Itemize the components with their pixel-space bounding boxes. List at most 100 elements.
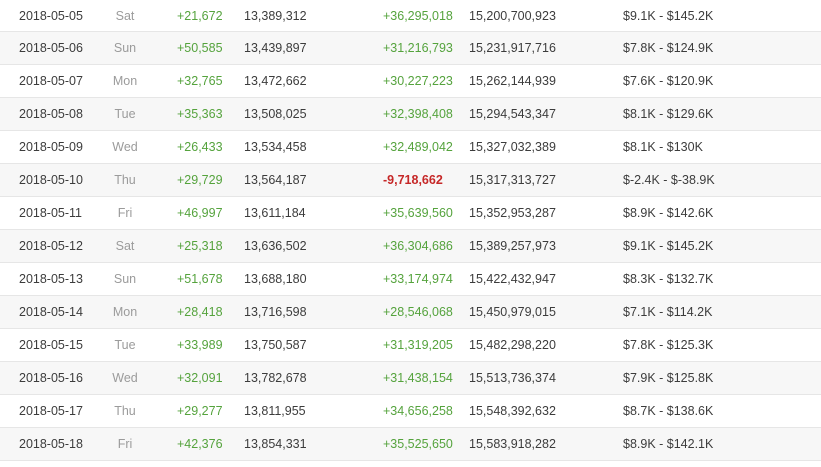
subscriber-total-cell: 13,534,458 xyxy=(244,140,307,154)
date-cell: 2018-05-10 xyxy=(19,173,83,187)
subscriber-total-cell: 13,716,598 xyxy=(244,305,307,319)
estimated-earnings-cell: $9.1K - $145.2K xyxy=(623,8,714,23)
view-total-cell: 15,262,144,939 xyxy=(469,74,556,88)
view-total-cell: 15,422,432,947 xyxy=(469,272,556,286)
estimated-earnings-cell: $8.9K - $142.1K xyxy=(623,437,714,451)
table-row: 2018-05-17 Thu +29,277 13,811,955 +34,656,25… xyxy=(0,395,821,428)
subscriber-change-cell: +29,277 xyxy=(177,404,223,418)
subscriber-change-cell: +28,418 xyxy=(177,305,223,319)
subscriber-total-cell: 13,389,312 xyxy=(244,8,307,23)
table-row: 2018-05-10 Thu +29,729 13,564,187 -9,718,662… xyxy=(0,164,821,197)
view-change-cell: +33,174,974 xyxy=(383,272,453,286)
table-row: 2018-05-09 Wed +26,433 13,534,458 +32,489,04… xyxy=(0,131,821,164)
subscriber-total-cell: 13,811,955 xyxy=(244,404,306,418)
subscriber-total-cell: 13,439,897 xyxy=(244,41,307,55)
view-change-cell: +32,398,408 xyxy=(383,107,453,121)
date-cell: 2018-05-14 xyxy=(19,305,83,319)
view-change-cell: -9,718,662 xyxy=(383,173,443,187)
view-change-cell: +31,319,205 xyxy=(383,338,453,352)
view-total-cell: 15,327,032,389 xyxy=(469,140,556,154)
weekday-cell: Sun xyxy=(113,41,137,55)
view-change-cell: +31,438,154 xyxy=(383,371,453,385)
view-change-cell: +30,227,223 xyxy=(383,74,453,88)
subscriber-change-cell: +21,672 xyxy=(177,8,223,23)
view-change-cell: +35,525,650 xyxy=(383,437,453,451)
view-change-cell: +28,546,068 xyxy=(383,305,453,319)
date-cell: 2018-05-05 xyxy=(19,8,83,23)
view-total-cell: 15,317,313,727 xyxy=(469,173,556,187)
subscriber-change-cell: +46,997 xyxy=(177,206,223,220)
estimated-earnings-cell: $9.1K - $145.2K xyxy=(623,239,714,253)
date-cell: 2018-05-08 xyxy=(19,107,83,121)
date-cell: 2018-05-16 xyxy=(19,371,83,385)
date-cell: 2018-05-17 xyxy=(19,404,83,418)
subscriber-change-cell: +32,765 xyxy=(177,74,223,88)
weekday-cell: Tue xyxy=(114,107,136,121)
table-row: 2018-05-07 Mon +32,765 13,472,662 +30,227,22… xyxy=(0,65,821,98)
weekday-cell: Mon xyxy=(112,305,138,319)
subscriber-total-cell: 13,750,587 xyxy=(244,338,307,352)
subscriber-total-cell: 13,782,678 xyxy=(244,371,307,385)
subscriber-total-cell: 13,472,662 xyxy=(244,74,307,88)
table-row: 2018-05-13 Sun +51,678 13,688,180 +33,174,97… xyxy=(0,263,821,296)
weekday-cell: Sat xyxy=(115,239,135,253)
table-row: 2018-05-12 Sat +25,318 13,636,502 +36,304,68… xyxy=(0,230,821,263)
subscriber-total-cell: 13,688,180 xyxy=(244,272,307,286)
weekday-cell: Fri xyxy=(117,437,133,451)
subscriber-total-cell: 13,564,187 xyxy=(244,173,307,187)
subscriber-change-cell: +29,729 xyxy=(177,173,223,187)
date-cell: 2018-05-06 xyxy=(19,41,83,55)
estimated-earnings-cell: $8.9K - $142.6K xyxy=(623,206,714,220)
date-cell: 2018-05-09 xyxy=(19,140,83,154)
view-total-cell: 15,200,700,923 xyxy=(469,8,556,23)
estimated-earnings-cell: $-2.4K - $-38.9K xyxy=(623,173,715,187)
view-total-cell: 15,583,918,282 xyxy=(469,437,556,451)
weekday-cell: Wed xyxy=(112,371,138,385)
view-total-cell: 15,294,543,347 xyxy=(469,107,556,121)
subscriber-change-cell: +42,376 xyxy=(177,437,223,451)
view-total-cell: 15,548,392,632 xyxy=(469,404,556,418)
weekday-cell: Sat xyxy=(115,8,135,23)
subscriber-change-cell: +33,989 xyxy=(177,338,223,352)
table-row: 2018-05-05 Sat +21,672 13,389,312 +36,295,01… xyxy=(0,0,821,32)
view-total-cell: 15,482,298,220 xyxy=(469,338,556,352)
estimated-earnings-cell: $7.6K - $120.9K xyxy=(623,74,714,88)
subscriber-change-cell: +35,363 xyxy=(177,107,223,121)
view-total-cell: 15,389,257,973 xyxy=(469,239,556,253)
weekday-cell: Fri xyxy=(117,206,133,220)
weekday-cell: Wed xyxy=(112,140,138,154)
daily-stats-table: 2018-05-05 Sat +21,672 13,389,312 +36,295,01… xyxy=(0,0,821,461)
date-cell: 2018-05-15 xyxy=(19,338,83,352)
estimated-earnings-cell: $7.9K - $125.8K xyxy=(623,371,714,385)
estimated-earnings-cell: $8.1K - $129.6K xyxy=(623,107,714,121)
view-change-cell: +36,295,018 xyxy=(383,8,453,23)
table-row: 2018-05-14 Mon +28,418 13,716,598 +28,546,06… xyxy=(0,296,821,329)
subscriber-change-cell: +51,678 xyxy=(177,272,223,286)
weekday-cell: Thu xyxy=(114,173,136,187)
weekday-cell: Mon xyxy=(112,74,138,88)
table-row: 2018-05-11 Fri +46,997 13,611,184 +35,639,56… xyxy=(0,197,821,230)
subscriber-total-cell: 13,854,331 xyxy=(244,437,307,451)
estimated-earnings-cell: $8.3K - $132.7K xyxy=(623,272,714,286)
estimated-earnings-cell: $7.8K - $125.3K xyxy=(623,338,714,352)
subscriber-total-cell: 13,508,025 xyxy=(244,107,307,121)
subscriber-total-cell: 13,636,502 xyxy=(244,239,307,253)
view-change-cell: +31,216,793 xyxy=(383,41,453,55)
estimated-earnings-cell: $7.1K - $114.2K xyxy=(623,305,713,319)
subscriber-change-cell: +25,318 xyxy=(177,239,223,253)
view-change-cell: +35,639,560 xyxy=(383,206,453,220)
date-cell: 2018-05-13 xyxy=(19,272,83,286)
view-total-cell: 15,450,979,015 xyxy=(469,305,556,319)
date-cell: 2018-05-07 xyxy=(19,74,83,88)
view-change-cell: +36,304,686 xyxy=(383,239,453,253)
weekday-cell: Sun xyxy=(113,272,137,286)
date-cell: 2018-05-11 xyxy=(19,206,83,220)
table-row: 2018-05-18 Fri +42,376 13,854,331 +35,525,65… xyxy=(0,428,821,461)
view-total-cell: 15,513,736,374 xyxy=(469,371,556,385)
subscriber-change-cell: +50,585 xyxy=(177,41,223,55)
date-cell: 2018-05-12 xyxy=(19,239,83,253)
table-row: 2018-05-16 Wed +32,091 13,782,678 +31,438,15… xyxy=(0,362,821,395)
date-cell: 2018-05-18 xyxy=(19,437,83,451)
weekday-cell: Thu xyxy=(114,404,136,418)
view-total-cell: 15,231,917,716 xyxy=(469,41,556,55)
